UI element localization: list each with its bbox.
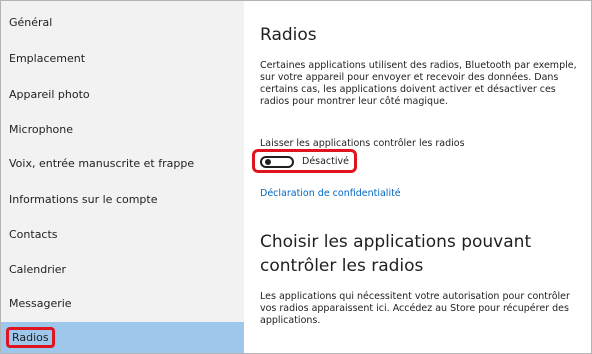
sidebar-item-label: Calendrier — [9, 263, 67, 276]
sidebar-item-messaging[interactable]: Messagerie — [1, 286, 244, 321]
sidebar-item-camera[interactable]: Appareil photo — [1, 77, 244, 112]
privacy-statement-link[interactable]: Déclaration de confidentialité — [260, 188, 401, 199]
sidebar-item-label: Radios — [6, 327, 55, 348]
sidebar-item-label: Emplacement — [9, 52, 86, 65]
sidebar-item-label: Informations sur le compte — [9, 193, 158, 206]
sidebar-item-calendar[interactable]: Calendrier — [1, 252, 244, 287]
sidebar-item-contacts[interactable]: Contacts — [1, 217, 244, 252]
main-panel: Radios Certaines applications utilisent … — [244, 1, 591, 353]
sidebar-item-general[interactable]: Général — [1, 5, 244, 40]
sidebar-item-speech[interactable]: Voix, entrée manuscrite et frappe — [1, 146, 244, 181]
sidebar-item-label: Messagerie — [9, 297, 72, 310]
page-title: Radios — [260, 25, 317, 45]
sidebar-item-label: Général — [9, 16, 53, 29]
toggle-state-label: Désactivé — [302, 156, 349, 167]
sidebar-item-location[interactable]: Emplacement — [1, 41, 244, 76]
radios-toggle[interactable] — [260, 156, 294, 168]
sidebar-item-label: Microphone — [9, 123, 74, 136]
sidebar: Général Emplacement Appareil photo Micro… — [1, 1, 244, 353]
section-description: Les applications qui nécessitent votre a… — [260, 291, 570, 326]
sidebar-item-label: Voix, entrée manuscrite et frappe — [9, 157, 195, 170]
toggle-label: Laisser les applications contrôler les r… — [260, 138, 465, 149]
sidebar-item-microphone[interactable]: Microphone — [1, 112, 244, 147]
sidebar-item-label: Appareil photo — [9, 88, 90, 101]
settings-window: Général Emplacement Appareil photo Micro… — [0, 0, 592, 354]
sidebar-item-label: Contacts — [9, 228, 58, 241]
section-title: Choisir les applications pouvant contrôl… — [260, 232, 532, 276]
radios-description: Certaines applications utilisent des rad… — [260, 60, 577, 107]
sidebar-item-radios[interactable]: Radios — [1, 322, 244, 353]
toggle-knob — [265, 159, 271, 165]
sidebar-item-account-info[interactable]: Informations sur le compte — [1, 182, 244, 217]
